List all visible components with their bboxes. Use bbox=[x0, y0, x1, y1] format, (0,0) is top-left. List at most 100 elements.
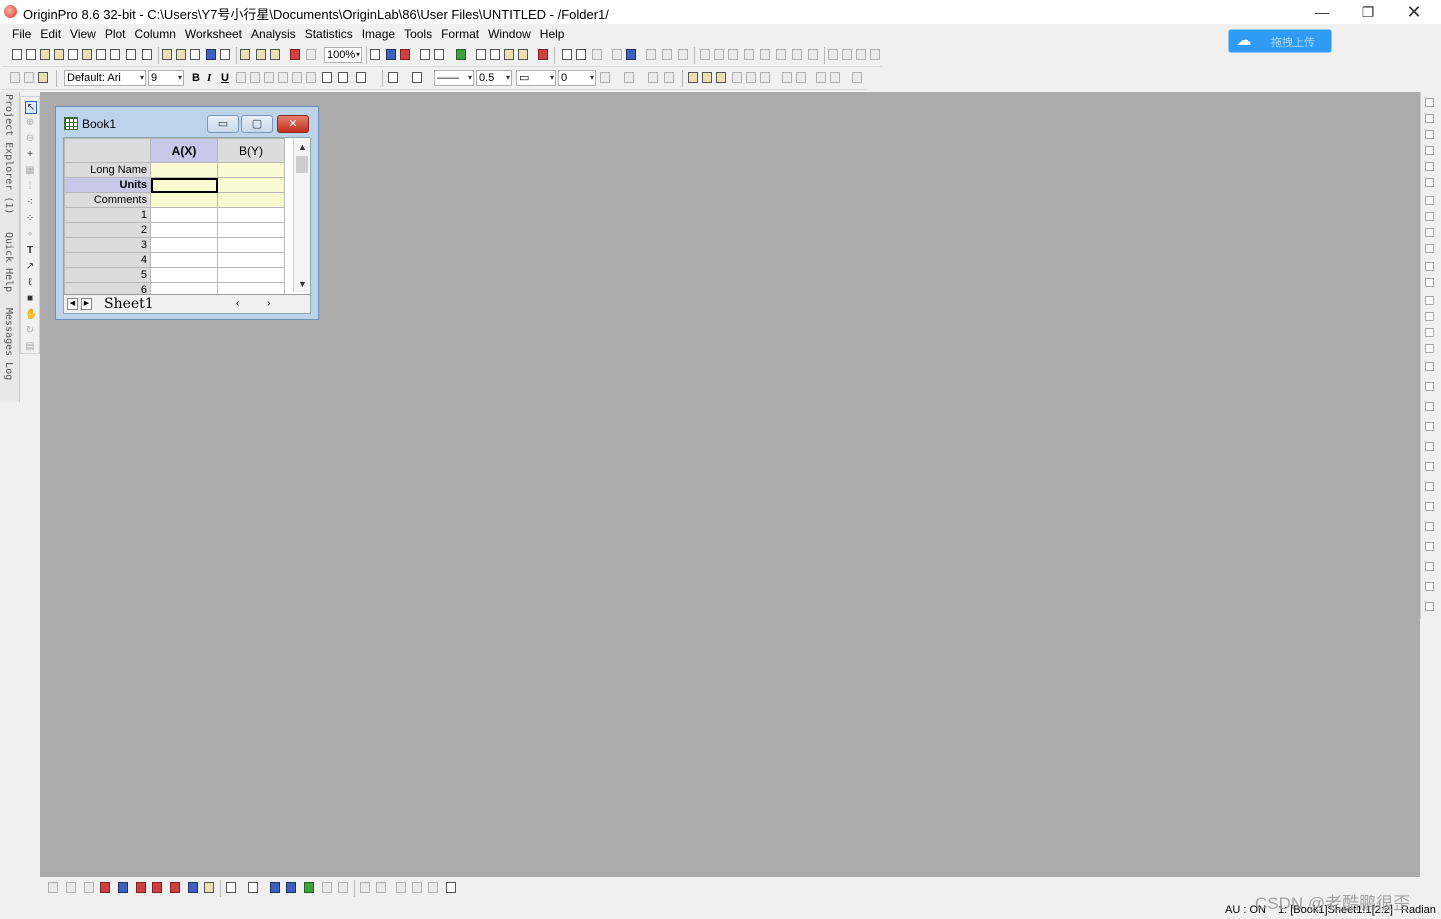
horizontal-panel-icon[interactable] bbox=[428, 882, 438, 893]
gradient-icon[interactable] bbox=[648, 72, 658, 83]
previous-icon[interactable] bbox=[842, 49, 852, 60]
recalculate-icon[interactable] bbox=[290, 49, 300, 60]
y-designation-icon[interactable] bbox=[714, 49, 724, 60]
new-graph-icon[interactable] bbox=[40, 49, 50, 60]
align-layers-icon[interactable] bbox=[1425, 502, 1434, 511]
cell[interactable] bbox=[150, 162, 218, 178]
row-number[interactable]: 3 bbox=[64, 237, 151, 253]
italic-button[interactable]: I bbox=[207, 71, 211, 85]
book-close-button[interactable]: ✕ bbox=[277, 115, 309, 133]
zoom-out-icon[interactable]: ⊖ bbox=[25, 133, 35, 144]
first-icon[interactable] bbox=[828, 49, 838, 60]
active-cell[interactable] bbox=[150, 177, 218, 193]
data-brush-icon[interactable]: ⁖ bbox=[25, 197, 35, 208]
smart-hint-icon[interactable] bbox=[518, 49, 528, 60]
tab-next-icon[interactable]: ▶ bbox=[81, 298, 92, 310]
vertical-panel-icon[interactable] bbox=[412, 882, 422, 893]
pie-chart-icon[interactable] bbox=[170, 882, 180, 893]
scatter-plot-icon[interactable] bbox=[66, 882, 76, 893]
region-selector-icon[interactable]: ⁘ bbox=[25, 213, 35, 224]
fill-column-icon[interactable] bbox=[592, 49, 602, 60]
line-symbol-plot-icon[interactable] bbox=[84, 882, 94, 893]
rescale-icon[interactable] bbox=[1425, 262, 1434, 271]
row-number[interactable]: 2 bbox=[64, 222, 151, 238]
align-center-icon[interactable] bbox=[852, 72, 862, 83]
arrow-tool-icon[interactable]: ↗ bbox=[25, 261, 35, 272]
font-color-icon[interactable] bbox=[356, 72, 366, 83]
new-function-icon[interactable] bbox=[68, 49, 78, 60]
align-top-icon[interactable] bbox=[816, 72, 826, 83]
scale-bar-icon[interactable] bbox=[1425, 382, 1434, 391]
move-front-icon[interactable] bbox=[688, 72, 698, 83]
group-objects-icon[interactable] bbox=[746, 72, 756, 83]
subscript-icon[interactable] bbox=[250, 72, 260, 83]
table-object-icon[interactable] bbox=[1425, 402, 1434, 411]
sheet-tab[interactable]: Sheet1 bbox=[100, 295, 158, 313]
rescale-to-show-icon[interactable] bbox=[1425, 462, 1434, 471]
save-project-icon[interactable] bbox=[206, 49, 216, 60]
set-xy-icon[interactable] bbox=[562, 49, 572, 60]
error-designation-icon[interactable] bbox=[744, 49, 754, 60]
project-explorer-icon[interactable] bbox=[456, 49, 466, 60]
bar-plot-icon[interactable] bbox=[118, 882, 128, 893]
z-designation-icon[interactable] bbox=[728, 49, 738, 60]
mask-icon[interactable]: ∘ bbox=[25, 229, 35, 240]
book1-window[interactable]: Book1 ▭ ▢ ✕ A(X) B(Y) Long Name Units Co… bbox=[55, 106, 319, 320]
new-legend-icon[interactable] bbox=[1425, 362, 1434, 371]
corner-cell[interactable] bbox=[64, 138, 151, 163]
add-inset-data-icon[interactable] bbox=[1425, 178, 1434, 187]
font-select[interactable]: Default: Ari ▾ bbox=[64, 70, 146, 86]
layer-icon-icon[interactable] bbox=[1425, 344, 1434, 353]
4-panel-icon[interactable] bbox=[446, 882, 456, 893]
stats-column-icon[interactable] bbox=[612, 49, 622, 60]
3d-bars-icon[interactable] bbox=[248, 882, 258, 893]
decrease-font-icon[interactable] bbox=[306, 72, 316, 83]
cell[interactable] bbox=[217, 252, 285, 268]
open-icon[interactable] bbox=[162, 49, 172, 60]
hand-tool-icon[interactable]: ✋ bbox=[25, 309, 37, 320]
script-window-icon[interactable] bbox=[490, 49, 500, 60]
add-right-y-icon[interactable] bbox=[1425, 146, 1434, 155]
next-icon[interactable] bbox=[856, 49, 866, 60]
hide-icon[interactable] bbox=[1425, 582, 1434, 591]
import-wizard-icon[interactable] bbox=[270, 49, 280, 60]
set-x-icon[interactable] bbox=[646, 49, 656, 60]
image-plot-icon[interactable] bbox=[286, 882, 296, 893]
rotate-icon[interactable]: ↻ bbox=[25, 325, 35, 336]
column-header-a[interactable]: A(X) bbox=[150, 138, 218, 163]
matrix-plot-icon[interactable] bbox=[322, 882, 332, 893]
open-template-icon[interactable] bbox=[176, 49, 186, 60]
line-width-select[interactable]: 0.5 ▾ bbox=[476, 70, 512, 86]
new-worksheet-icon[interactable] bbox=[26, 49, 36, 60]
superscript-icon[interactable] bbox=[236, 72, 246, 83]
menu-edit[interactable]: Edit bbox=[36, 24, 65, 44]
disregard-icon[interactable] bbox=[776, 49, 786, 60]
messages-log-icon[interactable] bbox=[504, 49, 514, 60]
text-tool-icon[interactable]: T bbox=[25, 245, 35, 256]
border-value-select[interactable]: 0 ▾ bbox=[558, 70, 596, 86]
copy-icon[interactable] bbox=[24, 72, 34, 83]
set-y-icon[interactable] bbox=[662, 49, 672, 60]
quick-help-tab[interactable]: Quick Help bbox=[3, 232, 14, 292]
cell[interactable] bbox=[217, 267, 285, 283]
subject-icon[interactable] bbox=[808, 49, 818, 60]
double-y-icon[interactable] bbox=[396, 882, 406, 893]
legend-icon[interactable] bbox=[1425, 296, 1434, 305]
set-z-icon[interactable] bbox=[678, 49, 688, 60]
row-number[interactable]: 1 bbox=[64, 207, 151, 223]
line-style-select[interactable]: —— ▾ bbox=[434, 70, 474, 86]
menu-view[interactable]: View bbox=[66, 24, 100, 44]
contour-icon[interactable] bbox=[270, 882, 280, 893]
close-button[interactable]: ✕ bbox=[1391, 0, 1437, 24]
zoom-in-icon[interactable]: ⊕ bbox=[25, 117, 35, 128]
minimize-button[interactable]: — bbox=[1299, 0, 1345, 24]
column-plot-icon[interactable] bbox=[100, 882, 110, 893]
menu-tools[interactable]: Tools bbox=[400, 24, 436, 44]
move-forward-icon[interactable] bbox=[716, 72, 726, 83]
cell[interactable] bbox=[217, 162, 285, 178]
menu-format[interactable]: Format bbox=[437, 24, 483, 44]
menu-worksheet[interactable]: Worksheet bbox=[181, 24, 246, 44]
line-color-icon[interactable] bbox=[412, 72, 422, 83]
cell[interactable] bbox=[217, 237, 285, 253]
increase-font-icon[interactable] bbox=[292, 72, 302, 83]
